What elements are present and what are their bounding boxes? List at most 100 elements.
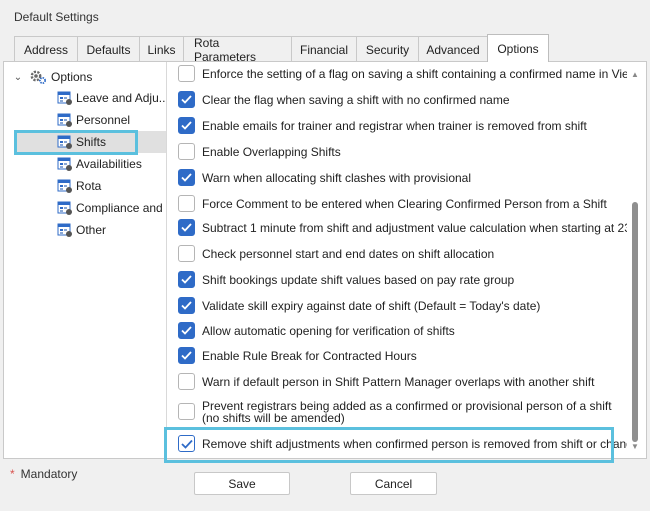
option-row[interactable]: Warn if default person in Shift Pattern … [172, 373, 627, 390]
option-row[interactable]: Clear the flag when saving a shift with … [172, 91, 627, 108]
option-checkbox[interactable] [178, 347, 195, 364]
option-row-focused[interactable]: Remove shift adjustments when confirmed … [172, 435, 627, 452]
options-panel: ⌄ Options Leave and Adju... Personnel Sh… [3, 61, 647, 459]
tab-defaults[interactable]: Defaults [77, 36, 140, 62]
tree-item-other[interactable]: Other [16, 219, 166, 241]
chevron-down-icon[interactable]: ⌄ [12, 72, 24, 83]
check-icon [181, 275, 192, 284]
tree-item-shifts[interactable]: Shifts [16, 131, 166, 153]
vertical-scrollbar[interactable]: ▲ ▼ [626, 62, 644, 458]
tree-item-label: Availabilities [76, 157, 142, 171]
settings-grid-icon [57, 112, 73, 131]
option-checkbox[interactable] [178, 143, 195, 160]
option-checkbox[interactable] [178, 373, 195, 390]
option-checkbox[interactable] [178, 117, 195, 134]
option-row[interactable]: Allow automatic opening for verification… [172, 322, 627, 339]
option-row[interactable]: Prevent registrars being added as a conf… [172, 400, 627, 424]
option-row[interactable]: Enable emails for trainer and registrar … [172, 117, 627, 134]
shift-options-list: Enforce the setting of a flag on saving … [172, 62, 627, 458]
window-title: Default Settings [14, 10, 99, 24]
option-row[interactable]: Enforce the setting of a flag on saving … [172, 65, 627, 82]
tab-security[interactable]: Security [356, 36, 419, 62]
tree-item-personnel[interactable]: Personnel [16, 109, 166, 131]
option-label: Validate skill expiry against date of sh… [202, 299, 541, 313]
cancel-button[interactable]: Cancel [350, 472, 437, 495]
check-icon [181, 326, 192, 335]
tree-item-availabilities[interactable]: Availabilities [16, 153, 166, 175]
option-row[interactable]: Force Comment to be entered when Clearin… [172, 195, 627, 212]
option-row[interactable]: Enable Rule Break for Contracted Hours [172, 347, 627, 364]
option-row[interactable]: Subtract 1 minute from shift and adjustm… [172, 219, 627, 236]
option-label: Enable Overlapping Shifts [202, 145, 341, 159]
option-label: Subtract 1 minute from shift and adjustm… [202, 221, 627, 235]
option-checkbox[interactable] [178, 91, 195, 108]
check-icon [180, 439, 193, 449]
check-icon [181, 173, 192, 182]
option-label: Shift bookings update shift values based… [202, 273, 515, 287]
settings-grid-icon [57, 200, 73, 219]
gear-icon [29, 69, 47, 85]
tab-rota-parameters[interactable]: Rota Parameters [183, 36, 292, 64]
option-row[interactable]: Warn when allocating shift clashes with … [172, 169, 627, 186]
settings-grid-icon [57, 178, 73, 197]
option-label: Force Comment to be entered when Clearin… [202, 197, 607, 211]
option-checkbox[interactable] [178, 271, 195, 288]
option-row[interactable]: Enable Overlapping Shifts [172, 143, 627, 160]
tree-item-label: Personnel [76, 113, 131, 127]
option-label: Clear the flag when saving a shift with … [202, 93, 510, 107]
tree-item-rota[interactable]: Rota [16, 175, 166, 197]
tab-options[interactable]: Options [487, 34, 549, 62]
settings-grid-icon [57, 90, 73, 109]
scrollbar-thumb[interactable] [632, 202, 638, 442]
tab-strip: Address Defaults Links Rota Parameters F… [14, 34, 549, 64]
option-checkbox[interactable] [178, 219, 195, 236]
option-checkbox[interactable] [178, 169, 195, 186]
tree-item-label: Other [76, 223, 107, 237]
settings-grid-icon [57, 222, 73, 241]
option-label: Prevent registrars being added as a conf… [202, 399, 612, 425]
tree-item-compliance[interactable]: Compliance and ... [16, 197, 166, 219]
mandatory-note: * Mandatory [10, 467, 77, 481]
tree-root-label: Options [51, 70, 93, 84]
option-label: Warn when allocating shift clashes with … [202, 171, 472, 185]
check-icon [181, 95, 192, 104]
check-icon [181, 223, 192, 232]
option-label: Check personnel start and end dates on s… [202, 247, 495, 261]
tree-item-leave-and-adjustments[interactable]: Leave and Adju... [16, 87, 166, 109]
option-checkbox[interactable] [178, 195, 195, 212]
option-label: Enable Rule Break for Contracted Hours [202, 349, 417, 363]
save-button[interactable]: Save [194, 472, 290, 495]
scroll-down-icon[interactable]: ▼ [629, 440, 641, 452]
option-checkbox[interactable] [178, 297, 195, 314]
option-row[interactable]: Validate skill expiry against date of sh… [172, 297, 627, 314]
options-tree: ⌄ Options Leave and Adju... Personnel Sh… [4, 62, 167, 458]
option-label: Enable emails for trainer and registrar … [202, 119, 587, 133]
tab-advanced[interactable]: Advanced [418, 36, 488, 62]
tree-root-options[interactable]: ⌄ Options [12, 68, 93, 86]
check-icon [181, 351, 192, 360]
settings-grid-icon [57, 156, 73, 175]
option-label: Allow automatic opening for verification… [202, 324, 455, 338]
option-label: Enforce the setting of a flag on saving … [202, 67, 627, 81]
option-label: Remove shift adjustments when confirmed … [202, 437, 627, 451]
scroll-up-icon[interactable]: ▲ [629, 68, 641, 80]
tab-address[interactable]: Address [14, 36, 78, 62]
option-checkbox[interactable] [178, 403, 195, 420]
option-checkbox[interactable] [178, 322, 195, 339]
option-checkbox[interactable] [178, 65, 195, 82]
option-row[interactable]: Shift bookings update shift values based… [172, 271, 627, 288]
tree-item-label: Shifts [76, 135, 107, 149]
option-label: Warn if default person in Shift Pattern … [202, 375, 595, 389]
check-icon [181, 121, 192, 130]
tab-financial[interactable]: Financial [291, 36, 357, 62]
tree-item-label: Compliance and ... [76, 201, 166, 215]
settings-grid-icon [57, 134, 73, 153]
option-row[interactable]: Check personnel start and end dates on s… [172, 245, 627, 262]
mandatory-label: Mandatory [20, 467, 78, 481]
option-checkbox[interactable] [178, 245, 195, 262]
option-checkbox[interactable] [178, 435, 195, 452]
tab-links[interactable]: Links [139, 36, 184, 62]
tree-item-label: Rota [76, 179, 102, 193]
tree-item-label: Leave and Adju... [76, 91, 166, 105]
required-marker: * [10, 467, 15, 481]
